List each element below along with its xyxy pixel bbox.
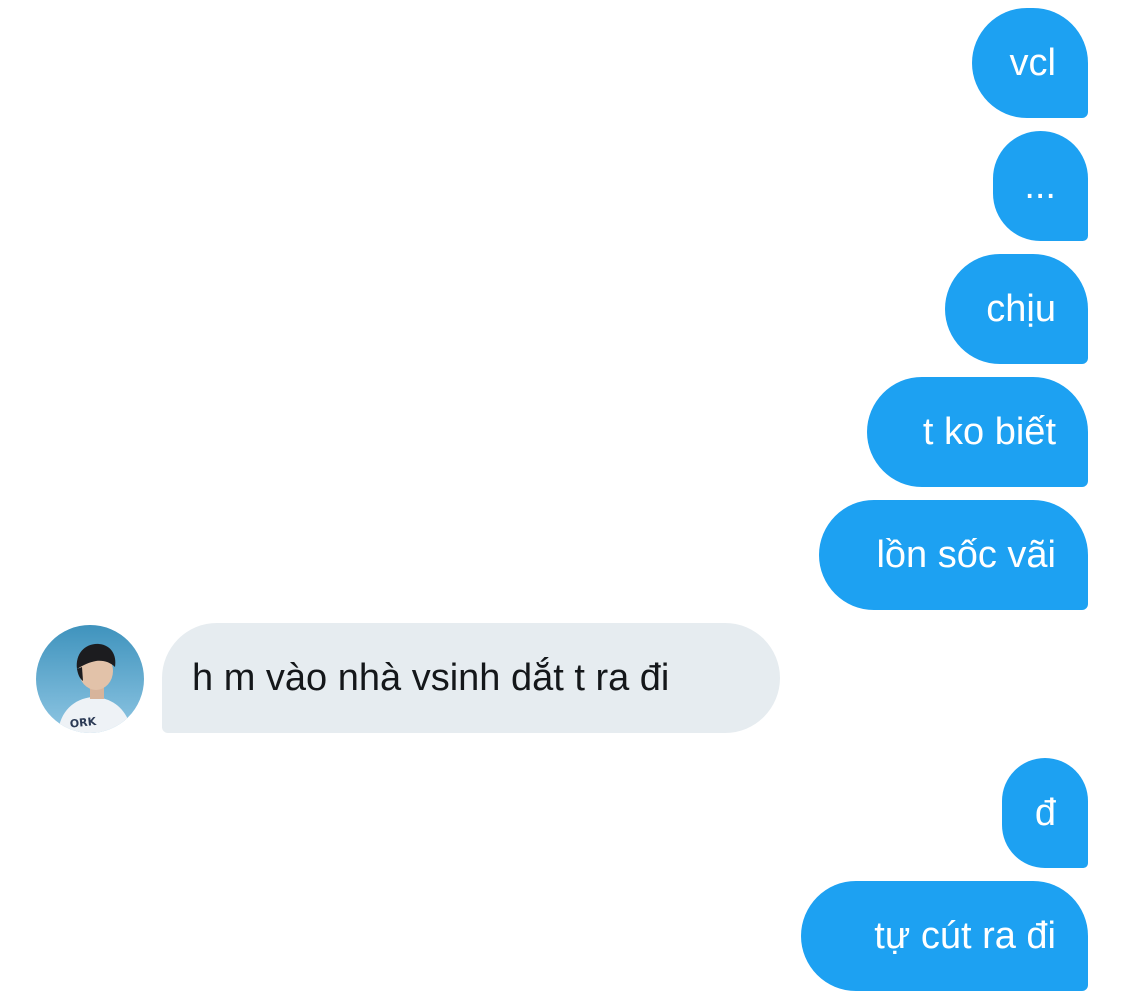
message-bubble-sent[interactable]: t ko biết (867, 377, 1088, 487)
message-thread: vcl ... chịu t ko biết lồn sốc vãi ORK h… (0, 0, 1125, 1006)
message-bubble-sent[interactable]: tự cút ra đi (801, 881, 1088, 991)
message-text: đ (1034, 792, 1056, 834)
message-text: h m vào nhà vsinh dắt t ra đi (192, 657, 670, 699)
contact-avatar[interactable]: ORK (36, 625, 144, 733)
message-text: lồn sốc vãi (876, 534, 1056, 576)
message-text: vcl (1009, 42, 1056, 84)
message-bubble-sent[interactable]: chịu (945, 254, 1088, 364)
message-bubble-sent[interactable]: vcl (972, 8, 1088, 118)
profile-photo-icon: ORK (36, 625, 144, 733)
message-bubble-received[interactable]: h m vào nhà vsinh dắt t ra đi (162, 623, 780, 733)
message-bubble-sent[interactable]: ... (993, 131, 1088, 241)
message-text: tự cút ra đi (874, 915, 1056, 957)
message-bubble-sent[interactable]: đ (1002, 758, 1088, 868)
message-bubble-sent[interactable]: lồn sốc vãi (819, 500, 1088, 610)
message-text: ... (1024, 165, 1056, 207)
message-text: chịu (986, 288, 1056, 330)
message-text: t ko biết (922, 411, 1056, 453)
